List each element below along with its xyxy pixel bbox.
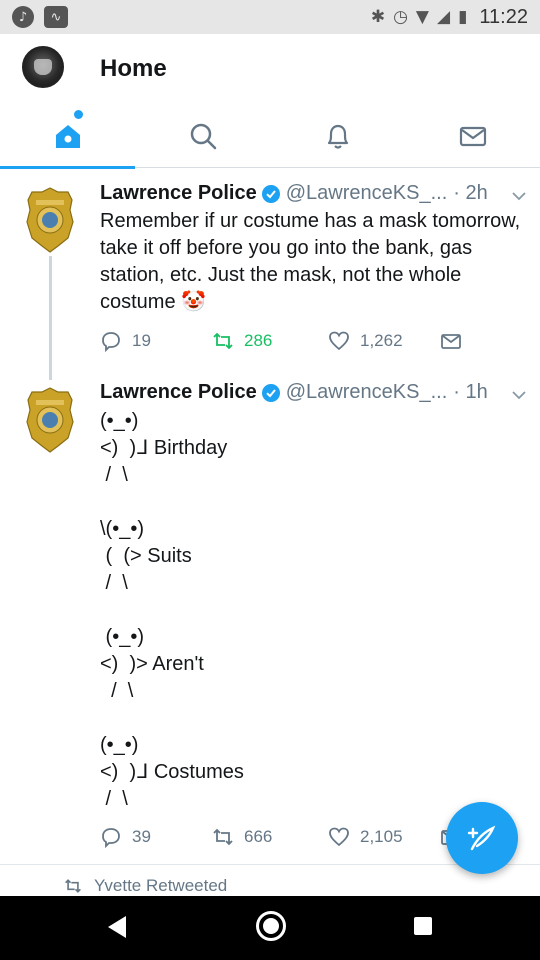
retweet-icon bbox=[65, 879, 81, 893]
ascii-line bbox=[100, 597, 244, 624]
home-icon bbox=[55, 125, 80, 148]
ascii-line: <) )ᒧ Costumes bbox=[100, 761, 244, 783]
recent-apps-icon[interactable] bbox=[414, 917, 432, 935]
notification-dot bbox=[74, 110, 83, 119]
retweeted-label: Yvette Retweeted bbox=[94, 876, 228, 895]
battery-icon: ▮ bbox=[458, 7, 468, 27]
ascii-line bbox=[100, 705, 244, 732]
ascii-line: ( (> Suits bbox=[100, 545, 192, 567]
tweet-header: Lawrence Police @LawrenceKS_... · 2h bbox=[100, 182, 488, 205]
feather-plus-icon bbox=[467, 825, 496, 851]
mail-icon bbox=[441, 334, 461, 349]
verified-icon bbox=[261, 184, 280, 203]
search-icon bbox=[190, 123, 216, 150]
tweet-text-body: Remember if ur costume has a mask tomorr… bbox=[100, 210, 521, 313]
ascii-line: (•_•) bbox=[100, 734, 139, 756]
ascii-line: <) )ᒧ Birthday bbox=[100, 437, 228, 459]
tab-home[interactable] bbox=[0, 104, 135, 169]
system-nav-bar bbox=[0, 896, 540, 960]
ascii-line: <) )> Aren't bbox=[100, 653, 204, 675]
activity-icon: ∿ bbox=[44, 6, 68, 28]
ascii-line: (•_•) bbox=[100, 626, 145, 648]
verified-icon bbox=[261, 383, 280, 402]
tweet-actions: 19 286 1,262 bbox=[100, 330, 520, 354]
tweet-text: Remember if ur costume has a mask tomorr… bbox=[100, 208, 525, 316]
app-header: Home bbox=[0, 34, 540, 104]
reply-icon bbox=[102, 828, 120, 848]
compose-tweet-button[interactable] bbox=[446, 802, 518, 874]
like-count: 2,105 bbox=[360, 827, 403, 846]
page-title: Home bbox=[100, 55, 167, 82]
police-badge-avatar[interactable] bbox=[26, 386, 74, 454]
profile-avatar[interactable] bbox=[22, 46, 64, 88]
reply-icon bbox=[102, 332, 120, 352]
retweet-count: 666 bbox=[244, 827, 273, 846]
retweet-icon bbox=[213, 828, 233, 846]
bluetooth-icon: ✱ bbox=[370, 7, 386, 27]
like-button[interactable]: 2,105 bbox=[328, 826, 403, 848]
tweet-ascii-art: (•_•) <) )ᒧ Birthday / \ \(•_•) ( (> Suits… bbox=[100, 408, 244, 813]
mail-icon bbox=[459, 126, 486, 147]
clown-emoji: 🤡 bbox=[181, 291, 207, 313]
music-note-icon: ♪ bbox=[12, 6, 34, 28]
tweet-time: · 2h bbox=[453, 182, 488, 204]
like-button[interactable]: 1,262 bbox=[328, 330, 403, 352]
ascii-line: / \ bbox=[100, 680, 134, 702]
heart-icon bbox=[329, 827, 349, 847]
home-circle-icon[interactable] bbox=[256, 911, 286, 941]
retweet-button[interactable]: 286 bbox=[212, 330, 272, 352]
ascii-line bbox=[100, 489, 244, 516]
ascii-line: / \ bbox=[100, 464, 128, 486]
status-bar: ♪ ∿ ✱ ◷ ▼ ◢ ▮ 11:22 bbox=[0, 0, 540, 34]
retweet-icon bbox=[213, 332, 233, 350]
retweet-count: 286 bbox=[244, 331, 273, 350]
tab-notifications[interactable] bbox=[270, 104, 405, 168]
reply-button[interactable]: 19 bbox=[100, 330, 151, 352]
police-badge-avatar[interactable] bbox=[26, 186, 74, 254]
author-handle[interactable]: @LawrenceKS_... bbox=[286, 381, 448, 404]
retweet-button[interactable]: 666 bbox=[212, 826, 272, 848]
ascii-line: \(•_•) bbox=[100, 518, 145, 540]
dm-share-button[interactable] bbox=[440, 330, 462, 352]
author-name[interactable]: Lawrence Police bbox=[100, 381, 257, 404]
signal-icon: ◢ bbox=[436, 7, 451, 27]
ascii-line: / \ bbox=[100, 788, 128, 810]
author-handle[interactable]: @LawrenceKS_... bbox=[286, 182, 448, 205]
alarm-icon: ◷ bbox=[393, 7, 408, 27]
heart-icon bbox=[329, 331, 349, 351]
reply-count: 19 bbox=[132, 331, 151, 350]
tab-messages[interactable] bbox=[405, 104, 540, 168]
tweet-header: Lawrence Police @LawrenceKS_... · 1h bbox=[100, 381, 488, 404]
status-time: 11:22 bbox=[479, 5, 528, 28]
active-tab-indicator bbox=[0, 166, 135, 169]
chevron-down-icon[interactable] bbox=[512, 390, 526, 400]
tab-search[interactable] bbox=[135, 104, 270, 168]
tweet-time: · 1h bbox=[453, 381, 488, 403]
back-icon[interactable] bbox=[108, 916, 126, 938]
author-name[interactable]: Lawrence Police bbox=[100, 182, 257, 205]
like-count: 1,262 bbox=[360, 331, 403, 350]
chevron-down-icon[interactable] bbox=[512, 191, 526, 201]
ascii-line: / \ bbox=[100, 572, 128, 594]
ascii-line: (•_•) bbox=[100, 410, 139, 432]
tab-bar bbox=[0, 104, 540, 169]
reply-button[interactable]: 39 bbox=[100, 826, 151, 848]
bell-icon bbox=[327, 124, 348, 149]
thread-line bbox=[49, 256, 52, 380]
wifi-icon: ▼ bbox=[415, 7, 429, 27]
reply-count: 39 bbox=[132, 827, 151, 846]
retweeted-context[interactable]: Yvette Retweeted bbox=[64, 876, 227, 896]
